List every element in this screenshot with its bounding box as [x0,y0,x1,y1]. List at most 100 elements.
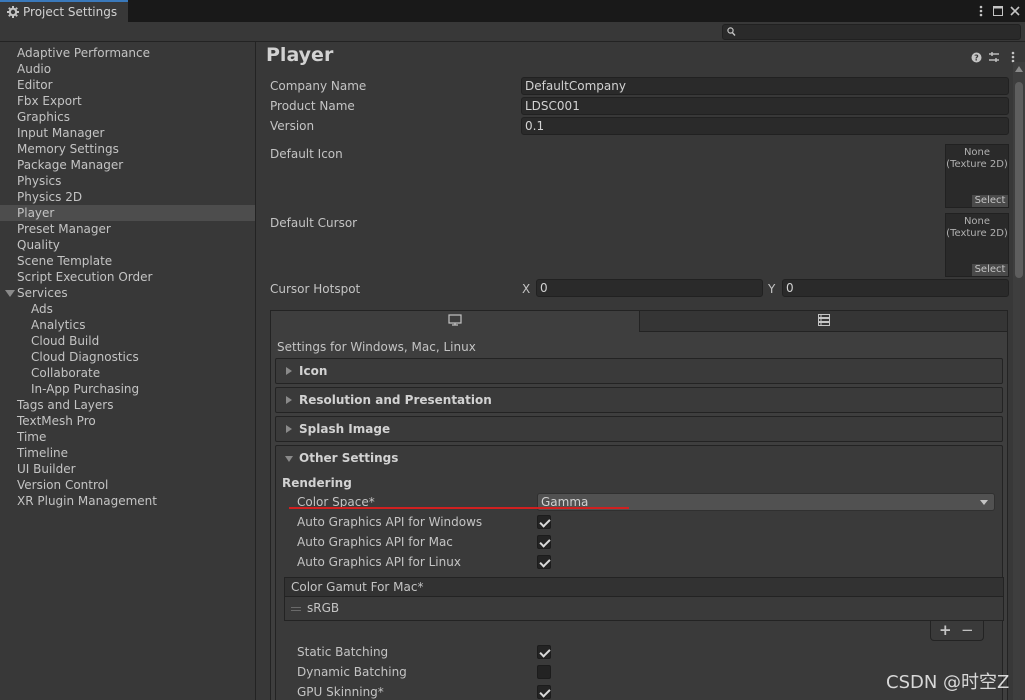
default-cursor-none: None (Texture 2D) [946,216,1008,240]
search-input[interactable] [722,24,1021,40]
foldout-arrow-icon [286,425,292,433]
foldout-other-settings[interactable]: Other Settings [275,445,1003,471]
watermark: CSDN @时空Z [886,672,1010,693]
default-cursor-type-text: (Texture 2D) [946,228,1008,239]
foldout-icon-section[interactable]: Icon [275,358,1003,384]
chevron-down-icon [980,500,988,505]
scrollbar-thumb[interactable] [1015,82,1023,278]
search-row [0,22,1025,42]
auto-api-windows-label: Auto Graphics API for Windows [297,515,483,529]
sidebar-item-in-app-purchasing[interactable]: In-App Purchasing [0,381,255,397]
tab-title: Project Settings [23,5,118,19]
foldout-title: Other Settings [299,451,399,465]
preset-icon[interactable] [987,50,1001,64]
sidebar-item-version-control[interactable]: Version Control [0,477,255,493]
sidebar-item-time[interactable]: Time [0,429,255,445]
sidebar-item-adaptive-performance[interactable]: Adaptive Performance [0,45,255,61]
default-cursor-field[interactable]: None (Texture 2D) Select [945,213,1009,277]
tab-standalone[interactable] [271,311,639,332]
sidebar-item-preset-manager[interactable]: Preset Manager [0,221,255,237]
sidebar-item-analytics[interactable]: Analytics [0,317,255,333]
company-name-field[interactable]: DefaultCompany [521,77,1009,95]
sidebar-item-cloud-build[interactable]: Cloud Build [0,333,255,349]
auto-api-linux-checkbox[interactable] [537,555,551,569]
product-name-label: Product Name [270,99,355,113]
platform-settings-panel: Settings for Windows, Mac, Linux Icon Re… [270,310,1008,700]
sidebar-item-script-execution-order[interactable]: Script Execution Order [0,269,255,285]
sidebar-item-input-manager[interactable]: Input Manager [0,125,255,141]
settings-for-label: Settings for Windows, Mac, Linux [277,340,476,354]
sidebar-item-xr-plugin-management[interactable]: XR Plugin Management [0,493,255,509]
gear-icon [6,6,19,19]
hotspot-y-field[interactable]: 0 [782,279,1009,297]
foldout-arrow-icon [285,456,293,462]
product-name-field[interactable]: LDSC001 [521,97,1009,115]
auto-api-mac-checkbox[interactable] [537,535,551,549]
sidebar-item-player[interactable]: Player [0,205,255,221]
default-icon-none: None (Texture 2D) [946,147,1008,171]
server-icon [817,313,830,329]
auto-api-linux-label: Auto Graphics API for Linux [297,555,461,569]
scroll-up-icon[interactable] [1015,66,1023,72]
version-field[interactable]: 0.1 [521,117,1009,135]
sidebar-item-cloud-diagnostics[interactable]: Cloud Diagnostics [0,349,255,365]
default-icon-select-button[interactable]: Select [972,195,1008,207]
close-icon[interactable] [1007,3,1023,19]
foldout-title: Resolution and Presentation [299,393,492,407]
gpu-skinning-checkbox[interactable] [537,685,551,699]
foldout-title: Splash Image [299,422,391,436]
default-icon-label: Default Icon [270,147,343,161]
sidebar-item-graphics[interactable]: Graphics [0,109,255,125]
version-label: Version [270,119,315,133]
svg-text:?: ? [974,53,979,62]
sidebar-item-physics-2d[interactable]: Physics 2D [0,189,255,205]
static-batching-checkbox[interactable] [537,645,551,659]
sidebar-item-physics[interactable]: Physics [0,173,255,189]
sidebar-item-package-manager[interactable]: Package Manager [0,157,255,173]
kebab-menu-icon[interactable] [973,3,989,19]
sidebar-item-textmesh-pro[interactable]: TextMesh Pro [0,413,255,429]
default-icon-field[interactable]: None (Texture 2D) Select [945,144,1009,208]
foldout-arrow-icon [286,396,292,404]
tab-dedicated-server[interactable] [639,311,1007,332]
color-gamut-item[interactable]: sRGB [307,601,339,615]
sidebar-item-ui-builder[interactable]: UI Builder [0,461,255,477]
sidebar-item-collaborate[interactable]: Collaborate [0,365,255,381]
default-icon-type-text: (Texture 2D) [946,159,1008,170]
dynamic-batching-label: Dynamic Batching [297,665,407,679]
help-icon[interactable]: ? [969,50,983,64]
foldout-arrow-icon [286,367,292,375]
vertical-scrollbar[interactable] [1013,62,1025,700]
monitor-icon [448,314,462,329]
drag-handle-icon[interactable] [291,607,301,611]
maximize-icon[interactable] [990,3,1006,19]
sidebar-item-ads[interactable]: Ads [0,301,255,317]
hotspot-x-field[interactable]: 0 [536,279,763,297]
tab-project-settings[interactable]: Project Settings [0,0,128,22]
default-cursor-label: Default Cursor [270,216,358,230]
remove-item-button[interactable]: − [961,621,974,639]
other-settings-body: Rendering Color Space* Gamma Auto Graphi… [275,471,1004,700]
sidebar-item-quality[interactable]: Quality [0,237,255,253]
auto-api-windows-checkbox[interactable] [537,515,551,529]
sidebar-item-timeline[interactable]: Timeline [0,445,255,461]
default-icon-none-text: None [963,147,991,158]
sidebar-item-audio[interactable]: Audio [0,61,255,77]
sidebar-item-fbx-export[interactable]: Fbx Export [0,93,255,109]
add-item-button[interactable]: + [939,621,952,639]
title-bar: Project Settings [0,0,1025,22]
sidebar-item-scene-template[interactable]: Scene Template [0,253,255,269]
foldout-splash-section[interactable]: Splash Image [275,416,1003,442]
rendering-header: Rendering [282,476,352,490]
sidebar-item-memory-settings[interactable]: Memory Settings [0,141,255,157]
list-add-remove: + − [930,621,984,641]
main-panel: Player ? Company Name DefaultCompany Pro… [256,42,1025,700]
sidebar-item-tags-and-layers[interactable]: Tags and Layers [0,397,255,413]
sidebar-item-services[interactable]: Services [0,285,255,301]
hotspot-y-label: Y [768,282,776,296]
default-cursor-select-button[interactable]: Select [972,264,1008,276]
search-icon [727,26,737,38]
dynamic-batching-checkbox[interactable] [537,665,551,679]
foldout-resolution-section[interactable]: Resolution and Presentation [275,387,1003,413]
sidebar-item-editor[interactable]: Editor [0,77,255,93]
